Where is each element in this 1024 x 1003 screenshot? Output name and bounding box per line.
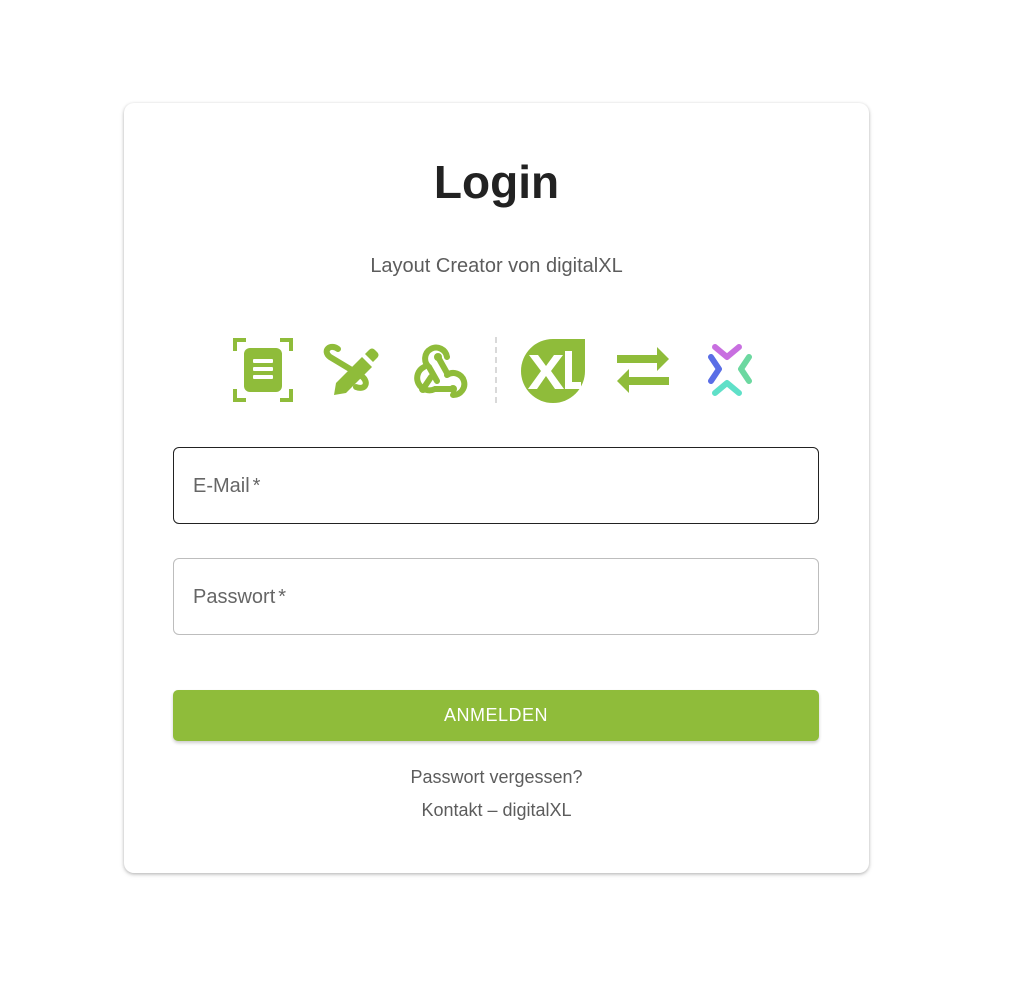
login-button[interactable]: ANMELDEN bbox=[173, 690, 819, 741]
password-field[interactable]: Passwort * bbox=[173, 558, 819, 635]
x-brackets-logo-icon bbox=[701, 337, 763, 403]
pencil-edit-icon bbox=[320, 337, 382, 403]
icon-divider bbox=[495, 337, 497, 403]
digitalxl-logo-icon bbox=[519, 337, 587, 403]
page-subtitle: Layout Creator von digitalXL bbox=[370, 255, 623, 277]
document-scan-icon bbox=[232, 337, 294, 403]
email-field[interactable]: E-Mail * bbox=[173, 447, 819, 524]
contact-link[interactable]: Kontakt – digitalXL bbox=[124, 799, 869, 821]
login-card: Login Layout Creator von digitalXL E-Mai… bbox=[124, 103, 869, 873]
webhook-icon bbox=[407, 337, 469, 403]
swap-arrows-icon bbox=[613, 337, 673, 403]
forgot-password-link[interactable]: Passwort vergessen? bbox=[124, 766, 869, 788]
page-title: Login bbox=[433, 156, 560, 208]
password-label: Passwort * bbox=[193, 586, 287, 608]
app-icon-row bbox=[232, 335, 760, 405]
email-label: E-Mail * bbox=[193, 475, 261, 497]
